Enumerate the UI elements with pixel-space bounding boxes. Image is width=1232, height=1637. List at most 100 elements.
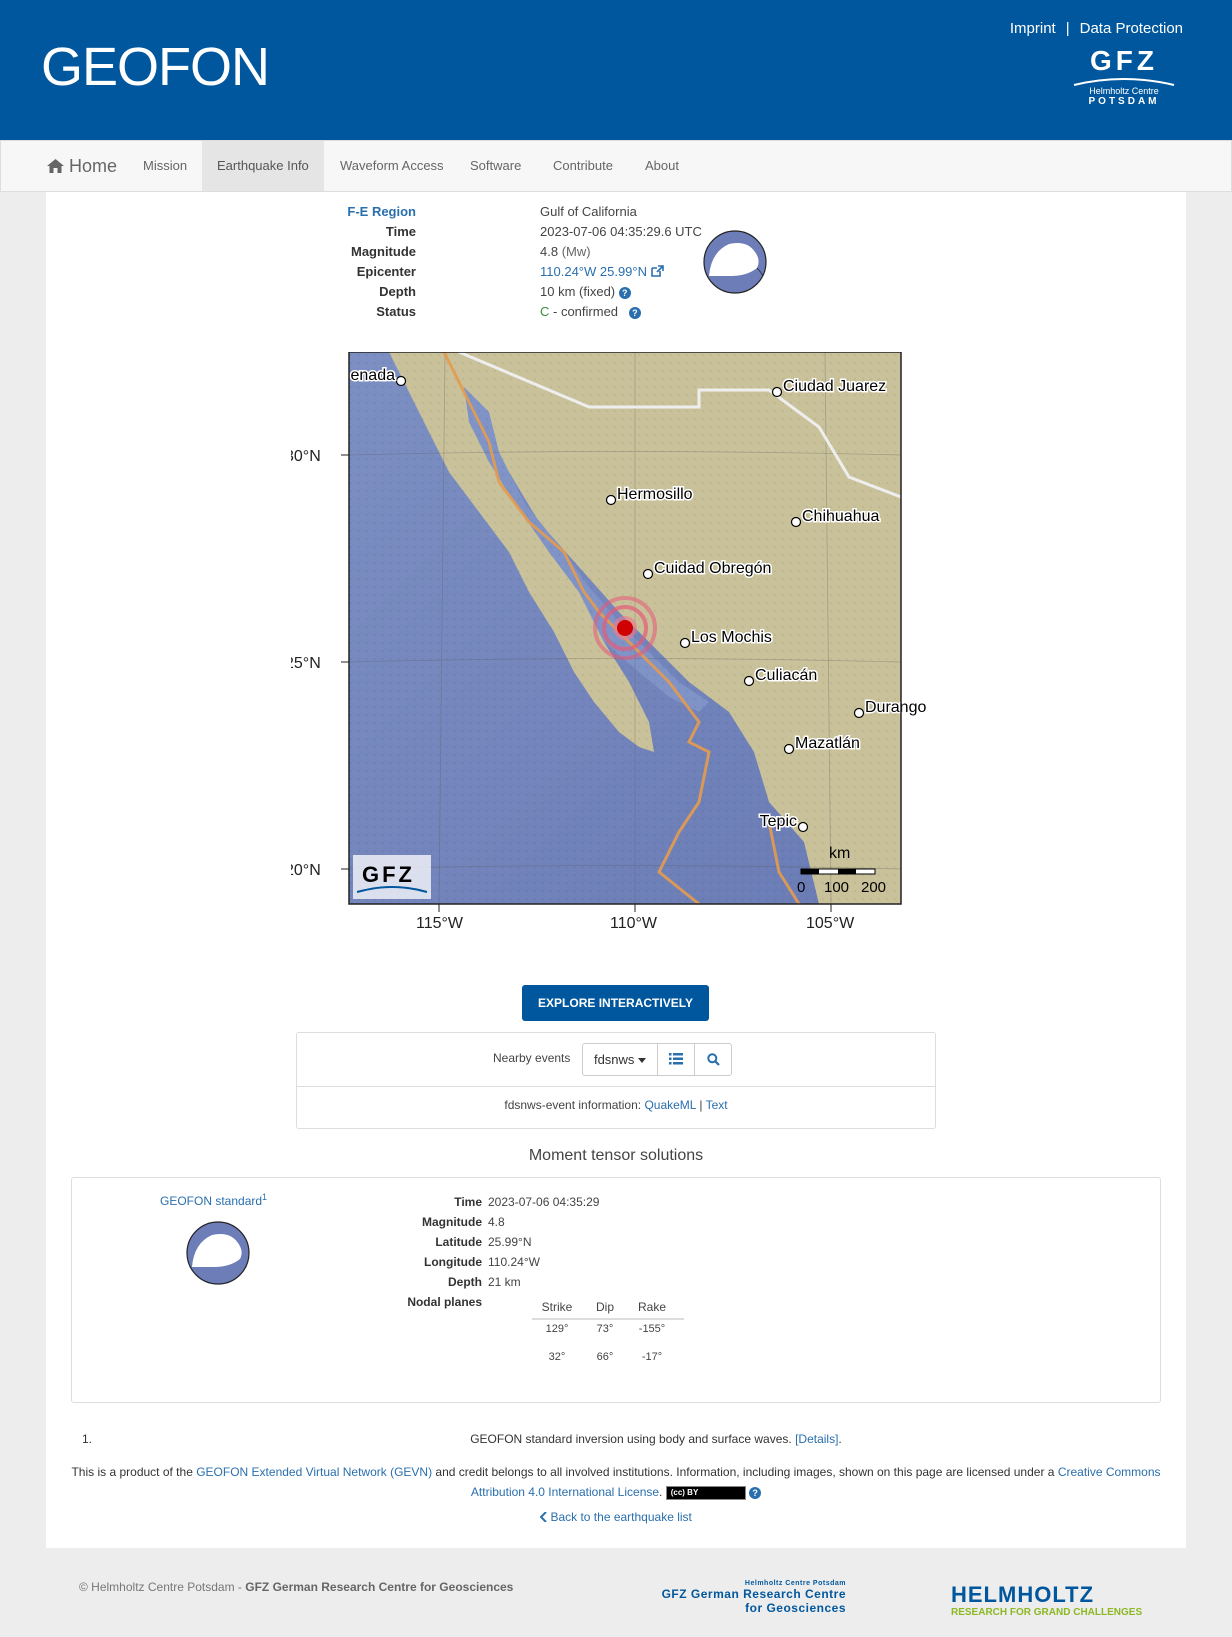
- main-navbar: Home Mission Earthquake Info Waveform Ac…: [0, 140, 1232, 192]
- license-help-icon[interactable]: ?: [749, 1486, 762, 1499]
- nodal-header-strike: Strike: [541, 1300, 573, 1314]
- time-value: 2023-07-06 04:35:29.6 UTC: [540, 224, 702, 239]
- nodal-cell: 129°: [545, 1323, 569, 1335]
- footer-gfz-logo[interactable]: Helmholtz Centre Potsdam GFZ German Rese…: [650, 1580, 846, 1615]
- quakeml-link[interactable]: QuakeML: [644, 1098, 696, 1112]
- nav-home[interactable]: Home: [32, 141, 132, 191]
- mt-depth-row: Depth 21 km: [372, 1272, 772, 1292]
- explore-interactively-button[interactable]: EXPLORE INTERACTIVELY: [522, 985, 709, 1021]
- imprint-link[interactable]: Imprint: [1010, 20, 1056, 37]
- nodal-header-rake: Rake: [637, 1300, 666, 1314]
- footer-helmholtz-big: HELMHOLTZ: [951, 1582, 1095, 1607]
- city-label: Tepic: [760, 813, 797, 830]
- gfz-logo[interactable]: GFZ Helmholtz Centre POTSDAM: [1068, 46, 1180, 124]
- gfz-watermark: GFZ: [353, 855, 431, 899]
- nav-software[interactable]: Software: [455, 141, 536, 191]
- back-to-list-link[interactable]: Back to the earthquake list: [539, 1510, 692, 1524]
- fdsnws-link-separator: |: [699, 1098, 703, 1112]
- lon-label-105: 105°W: [806, 915, 855, 932]
- epicenter-link[interactable]: 110.24°W 25.99°N: [540, 264, 647, 279]
- nav-earthquake-info[interactable]: Earthquake Info: [202, 141, 324, 191]
- back-to-list-label: Back to the earthquake list: [550, 1510, 692, 1524]
- city-dot-icon: [679, 637, 691, 649]
- moment-tensor-box: GEOFON standard1 Time 2023-07-06 04:35:2…: [71, 1177, 1161, 1403]
- mt-depth-label: Depth: [448, 1275, 482, 1289]
- mt-longitude-value: 110.24°W: [488, 1255, 540, 1269]
- city-label: Culiacán: [755, 667, 817, 684]
- mt-longitude-label: Longitude: [424, 1255, 482, 1269]
- city-label: Cuidad Obregón: [654, 560, 771, 577]
- city-label: enada: [351, 367, 396, 384]
- cc-by-badge-icon[interactable]: (cc) BY: [665, 1485, 746, 1500]
- data-protection-link[interactable]: Data Protection: [1080, 20, 1183, 37]
- footer-copy-pre: © Helmholtz Centre Potsdam -: [79, 1580, 242, 1594]
- city-label: Hermosillo: [617, 486, 693, 503]
- text-link[interactable]: Text: [706, 1098, 728, 1112]
- depth-help-icon[interactable]: ?: [618, 286, 631, 299]
- nearby-list-button[interactable]: [657, 1043, 695, 1076]
- nav-about[interactable]: About: [630, 141, 694, 191]
- city-marker: Mazatlán: [783, 734, 861, 755]
- event-epicenter-row: Epicenter 110.24°W 25.99°N: [46, 262, 946, 282]
- footer-copyright: © Helmholtz Centre Potsdam - GFZ German …: [79, 1580, 513, 1594]
- status-value: C - confirmed ?: [540, 302, 641, 322]
- footnote-end: .: [838, 1432, 842, 1446]
- city-dot-icon: [642, 568, 654, 580]
- mt-time-row: Time 2023-07-06 04:35:29: [372, 1192, 772, 1212]
- nav-waveform-access[interactable]: Waveform Access: [325, 141, 459, 191]
- mt-time-label: Time: [454, 1195, 482, 1209]
- event-depth-row: Depth 10 km (fixed) ?: [46, 282, 946, 302]
- city-label: Ciudad Juarez: [783, 378, 886, 395]
- city-dot-icon: [395, 375, 407, 387]
- gfz-arc-icon: [1073, 78, 1175, 86]
- external-link-icon[interactable]: [650, 265, 664, 277]
- footer-helmholtz-logo[interactable]: HELMHOLTZ RESEARCH FOR GRAND CHALLENGES: [951, 1582, 1142, 1619]
- city-dot-icon: [605, 494, 617, 506]
- status-code: C: [540, 304, 550, 319]
- nodal-cell: -155°: [638, 1323, 666, 1335]
- mt-magnitude-value: 4.8: [488, 1215, 505, 1229]
- footer-gfz-small: Helmholtz Centre Potsdam: [744, 1580, 846, 1587]
- home-icon: [47, 159, 64, 173]
- gevn-link[interactable]: GEOFON Extended Virtual Network (GEVN): [196, 1465, 432, 1479]
- status-help-icon[interactable]: ?: [628, 306, 641, 319]
- region-label[interactable]: F-E Region: [347, 202, 416, 222]
- fdsnws-info-label: fdsnws-event information:: [504, 1098, 642, 1112]
- nav-contribute[interactable]: Contribute: [538, 141, 628, 191]
- epicenter-value: 110.24°W 25.99°N: [540, 262, 664, 282]
- magnitude-value: 4.8 (Mw): [540, 242, 591, 262]
- mt-longitude-row: Longitude 110.24°W: [372, 1252, 772, 1272]
- status-label: Status: [376, 304, 416, 319]
- event-beachball-icon[interactable]: [703, 230, 767, 294]
- chevron-left-icon: [539, 1511, 547, 1523]
- lon-label-110: 110°W: [610, 915, 658, 932]
- magnitude-number: 4.8: [540, 244, 559, 259]
- nearby-source-dropdown[interactable]: fdsnws: [582, 1043, 658, 1076]
- nearby-events-panel: Nearby events fdsnws fdsnws-event inform…: [296, 1032, 936, 1129]
- city-label: Los Mochis: [691, 629, 772, 646]
- mt-depth-value: 21 km: [488, 1275, 521, 1289]
- mt-beachball-icon[interactable]: [186, 1221, 250, 1285]
- mt-footnote-link[interactable]: 1: [262, 1192, 267, 1202]
- brand-title[interactable]: GEOFON: [41, 36, 270, 98]
- city-marker: Los Mochis: [679, 628, 773, 649]
- details-link[interactable]: [Details]: [795, 1432, 838, 1446]
- event-map[interactable]: enada Ciudad Juarez Hermosillo Chihuahua Cui…: [285, 350, 951, 952]
- top-links: Imprint | Data Protection: [1010, 20, 1183, 37]
- mt-solution-link[interactable]: GEOFON standard: [160, 1194, 262, 1208]
- mt-time-value: 2023-07-06 04:35:29: [488, 1195, 600, 1209]
- gfz-logo-line2: POTSDAM: [1088, 96, 1160, 107]
- nearby-search-button[interactable]: [694, 1043, 732, 1076]
- top-header: GEOFON Imprint | Data Protection GFZ Helmh…: [0, 0, 1232, 140]
- scale-tick-200: 200: [861, 879, 886, 896]
- top-links-separator: |: [1065, 20, 1070, 37]
- epicenter-marker[interactable]: [593, 596, 657, 660]
- mt-latitude-label: Latitude: [435, 1235, 482, 1249]
- event-time-row: Time 2023-07-06 04:35:29.6 UTC: [46, 222, 946, 242]
- nav-mission[interactable]: Mission: [128, 141, 202, 191]
- moment-tensor-title: Moment tensor solutions: [528, 1147, 704, 1164]
- magnitude-label: Magnitude: [351, 244, 416, 259]
- scale-tick-0: 0: [797, 879, 805, 896]
- event-magnitude-row: Magnitude 4.8 (Mw): [46, 242, 946, 262]
- epicenter-label: Epicenter: [356, 264, 416, 279]
